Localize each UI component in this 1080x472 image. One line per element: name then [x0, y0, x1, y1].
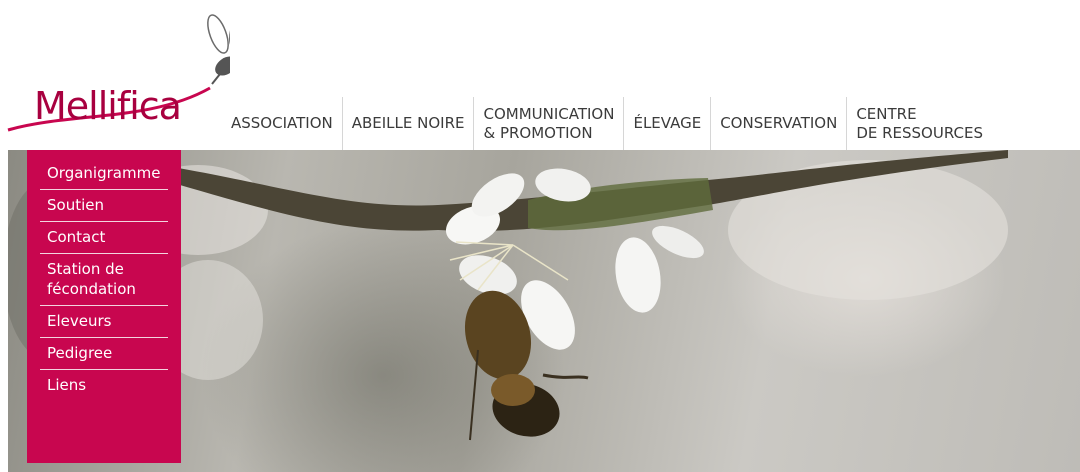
nav-item-label-line1: COMMUNICATION: [483, 104, 615, 123]
nav-item-label-line1: CENTRE: [856, 104, 917, 123]
nav-item-association[interactable]: ASSOCIATION: [222, 97, 342, 150]
nav-item-label: CONSERVATION: [720, 114, 838, 132]
submenu-item-station-de-fecondation[interactable]: Station de fécondation: [40, 254, 168, 306]
nav-item-label: ASSOCIATION: [231, 114, 333, 132]
nav-item-label: ABEILLE NOIRE: [351, 114, 465, 132]
mellifica-logo[interactable]: Mellifica: [0, 0, 230, 150]
submenu-item-soutien[interactable]: Soutien: [40, 190, 168, 222]
nav-item-centre-de-ressources[interactable]: CENTRE DE RESSOURCES: [846, 97, 992, 150]
site-header: Mellifica ASSOCIATION ABEILLE NOIRE COMM…: [0, 0, 1080, 150]
nav-item-label: ÉLEVAGE: [633, 114, 702, 132]
nav-item-abeille-noire[interactable]: ABEILLE NOIRE: [341, 97, 474, 150]
submenu-item-organigramme[interactable]: Organigramme: [40, 158, 168, 190]
association-submenu: Organigramme Soutien Contact Station de …: [27, 150, 181, 463]
logo-text: Mellifica: [34, 84, 182, 128]
nav-item-label-line2: DE RESSOURCES: [856, 123, 983, 142]
submenu-item-liens[interactable]: Liens: [40, 370, 168, 401]
nav-item-conservation[interactable]: CONSERVATION: [710, 97, 846, 150]
main-nav: ASSOCIATION ABEILLE NOIRE COMMUNICATION …: [222, 97, 992, 150]
submenu-item-pedigree[interactable]: Pedigree: [40, 338, 168, 370]
nav-item-label-line2: & PROMOTION: [483, 123, 593, 142]
submenu-item-eleveurs[interactable]: Eleveurs: [40, 306, 168, 338]
submenu-item-contact[interactable]: Contact: [40, 222, 168, 254]
nav-item-elevage[interactable]: ÉLEVAGE: [623, 97, 710, 150]
nav-item-communication-promotion[interactable]: COMMUNICATION & PROMOTION: [473, 97, 623, 150]
